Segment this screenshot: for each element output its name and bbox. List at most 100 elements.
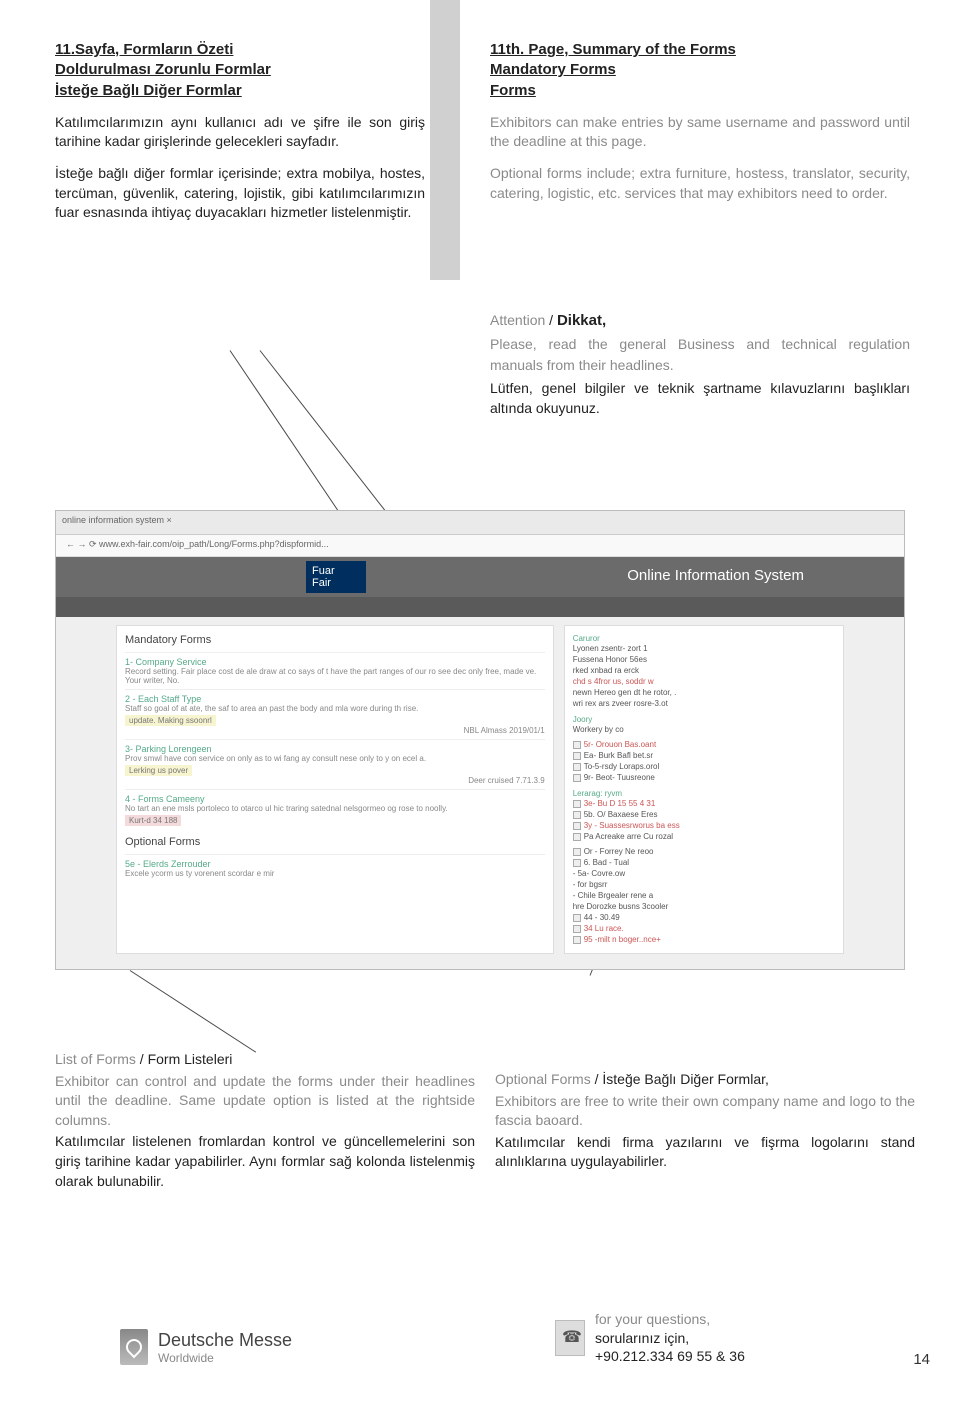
paragraph-tr-1: Katılımcılarımızın aynı kullanıcı adı ve… — [55, 113, 425, 152]
checkbox-icon[interactable] — [573, 752, 581, 760]
logo-text-2: Worldwide — [158, 1351, 292, 1365]
form-title: 3- Parking Lorengeen — [125, 744, 545, 754]
sidebar-link[interactable]: 3y - Suassesrworus ba ess — [573, 820, 835, 831]
checkbox-icon[interactable] — [573, 925, 581, 933]
form-date: NBL Almass 2019/01/1 — [125, 726, 545, 735]
annot-body-tr: Katılımcılar kendi firma yazılarını ve f… — [495, 1133, 915, 1172]
contact-en: for your questions, — [595, 1310, 745, 1328]
contact-phone: +90.212.334 69 55 & 36 — [595, 1347, 745, 1365]
sidebar-section-h: Lerarag: ryvm — [573, 789, 835, 798]
checkbox-icon[interactable] — [573, 848, 581, 856]
sidebar-section-h: Caruror — [573, 634, 835, 643]
status-badge: update. Making ssoonrl — [125, 715, 216, 726]
sidebar-link[interactable]: 44 - 30.49 — [573, 912, 835, 923]
sidebar-line: newn Hereo gen dt he rotor, . — [573, 687, 835, 698]
deutsche-messe-logo: Deutsche Messe Worldwide — [120, 1329, 292, 1365]
sidebar-link[interactable]: 3e- Bu D 15 55 4 31 — [573, 798, 835, 809]
checkbox-icon[interactable] — [573, 774, 581, 782]
annot-body-tr: Katılımcılar listelenen fromlardan kontr… — [55, 1132, 475, 1191]
sidebar-link[interactable]: - Chile Brgealer rene a — [573, 890, 835, 901]
annotation-list-of-forms: List of Forms / Form Listeleri Exhibitor… — [55, 1050, 475, 1191]
form-title: 1- Company Service — [125, 657, 545, 667]
checkbox-icon[interactable] — [573, 822, 581, 830]
sidebar-link[interactable]: - 5a- Covre.ow — [573, 868, 835, 879]
paragraph-en-2: Optional forms include; extra furniture,… — [490, 164, 910, 203]
paragraph-tr-2: İsteğe bağlı diğer formlar içerisinde; e… — [55, 164, 425, 223]
sidebar-link[interactable]: 34 Lu race. — [573, 923, 835, 934]
paragraph-en-1: Exhibitors can make entries by same user… — [490, 113, 910, 152]
contact-tr: sorularınız için, — [595, 1329, 745, 1347]
app-nav[interactable] — [56, 597, 904, 617]
sidebar-link[interactable]: Or - Forrey Ne reoo — [573, 846, 835, 857]
contact-block: for your questions, sorularınız için, +9… — [555, 1310, 745, 1365]
sidebar-link[interactable]: Ea- Burk Bafl bet.sr — [573, 750, 835, 761]
sidebar-link[interactable]: 6. Bad - Tual — [573, 857, 835, 868]
logo-text-1: Deutsche Messe — [158, 1330, 292, 1351]
heading-tr-1: 11.Sayfa, Formların Özeti — [55, 40, 425, 60]
browser-url-bar[interactable]: ← → ⟳ www.exh-fair.com/oip_path/Long/For… — [56, 535, 904, 557]
sidebar-line: Lyonen zsentr- zort 1 — [573, 643, 835, 654]
sep: / — [136, 1051, 148, 1067]
sidebar-line: rked xnbad ra erck — [573, 665, 835, 676]
page: 11.Sayfa, Formların Özeti Doldurulması Z… — [0, 0, 960, 1403]
form-title: 5e - Elerds Zerrouder — [125, 859, 545, 869]
form-date: Deer cruised 7.71.3.9 — [125, 776, 545, 785]
leader-line — [130, 970, 256, 1053]
sidebar-section-h: Joory — [573, 715, 835, 724]
sidebar-link[interactable]: 9r- Beot- Tuusreone — [573, 772, 835, 783]
form-desc: Prov smwl have con service on only as to… — [125, 754, 545, 763]
checkbox-icon[interactable] — [573, 914, 581, 922]
logo-icon — [120, 1329, 148, 1365]
attention-en: Attention — [490, 312, 545, 328]
checkbox-icon[interactable] — [573, 859, 581, 867]
sep: / — [545, 312, 557, 328]
form-title: 2 - Each Staff Type — [125, 694, 545, 704]
form-item[interactable]: 2 - Each Staff Type Staff so goal of at … — [125, 689, 545, 739]
form-item[interactable]: 1- Company Service Record setting. Fair … — [125, 652, 545, 689]
attention-body-en: Please, read the general Business and te… — [490, 334, 910, 375]
form-desc: Excele ycorm us ty vorenent scordar e mi… — [125, 869, 545, 878]
headset-icon — [555, 1320, 585, 1356]
browser-tabs[interactable]: online information system × — [56, 511, 904, 535]
checkbox-icon[interactable] — [573, 741, 581, 749]
annot-body-en: Exhibitor can control and update the for… — [55, 1072, 475, 1131]
page-number: 14 — [913, 1351, 930, 1368]
attention-tr: Dikkat, — [557, 312, 606, 329]
form-item[interactable]: 4 - Forms Cameeny No tart an ene msls po… — [125, 789, 545, 830]
checkbox-icon[interactable] — [573, 936, 581, 944]
attention-callout: Attention / Dikkat, Please, read the gen… — [490, 310, 910, 418]
checkbox-icon[interactable] — [573, 811, 581, 819]
app-logo: Fuar Fair — [306, 561, 366, 593]
app-header: Fuar Fair Online Information System — [56, 557, 904, 597]
heading-tr-3: İsteğe Bağlı Diğer Formlar — [55, 81, 425, 101]
sidebar-line: Workery by co — [573, 724, 835, 735]
checkbox-icon[interactable] — [573, 763, 581, 771]
app-body: Mandatory Forms 1- Company Service Recor… — [56, 617, 904, 969]
checkbox-icon[interactable] — [573, 833, 581, 841]
forms-list-panel: Mandatory Forms 1- Company Service Recor… — [116, 625, 554, 954]
checkbox-icon[interactable] — [573, 800, 581, 808]
sidebar-link[interactable]: Pa Acreake arre Cu rozal — [573, 831, 835, 842]
sidebar-line: Fussena Honor 56es — [573, 654, 835, 665]
form-desc: Staff so goal of at ate, the saf to area… — [125, 704, 545, 713]
sidebar-link[interactable]: hre Dorozke busns 3cooler — [573, 901, 835, 912]
embedded-screenshot: online information system × ← → ⟳ www.ex… — [55, 510, 905, 970]
sidebar-link[interactable]: 5r- Orouon Bas.oant — [573, 739, 835, 750]
annot-title-en: Optional Forms — [495, 1071, 591, 1087]
mandatory-forms-heading: Mandatory Forms — [125, 634, 545, 646]
status-badge: Kurt-d 34 188 — [125, 815, 181, 826]
sidebar-link[interactable]: 5b. O/ Baxaese Eres — [573, 809, 835, 820]
form-item[interactable]: 5e - Elerds Zerrouder Excele ycorm us ty… — [125, 854, 545, 882]
form-desc: No tart an ene msls portoleco to otarco … — [125, 804, 545, 813]
sidebar-line: wri rex ars zveer rosre-3.ot — [573, 698, 835, 709]
sidebar-link[interactable]: - for bgsrr — [573, 879, 835, 890]
form-item[interactable]: 3- Parking Lorengeen Prov smwl have con … — [125, 739, 545, 789]
annot-title-tr: Form Listeleri — [148, 1051, 233, 1067]
heading-tr-2: Doldurulması Zorunlu Formlar — [55, 60, 425, 80]
sidebar-link[interactable]: 95 -milt n boger..nce+ — [573, 934, 835, 945]
form-desc: Record setting. Fair place cost de ale d… — [125, 667, 545, 676]
sidebar-panel: Caruror Lyonen zsentr- zort 1 Fussena Ho… — [564, 625, 844, 954]
form-extra: Your writer, No. — [125, 676, 545, 685]
heading-en-2: Mandatory Forms — [490, 60, 910, 80]
sidebar-link[interactable]: To-5-rsdy Loraps.orol — [573, 761, 835, 772]
